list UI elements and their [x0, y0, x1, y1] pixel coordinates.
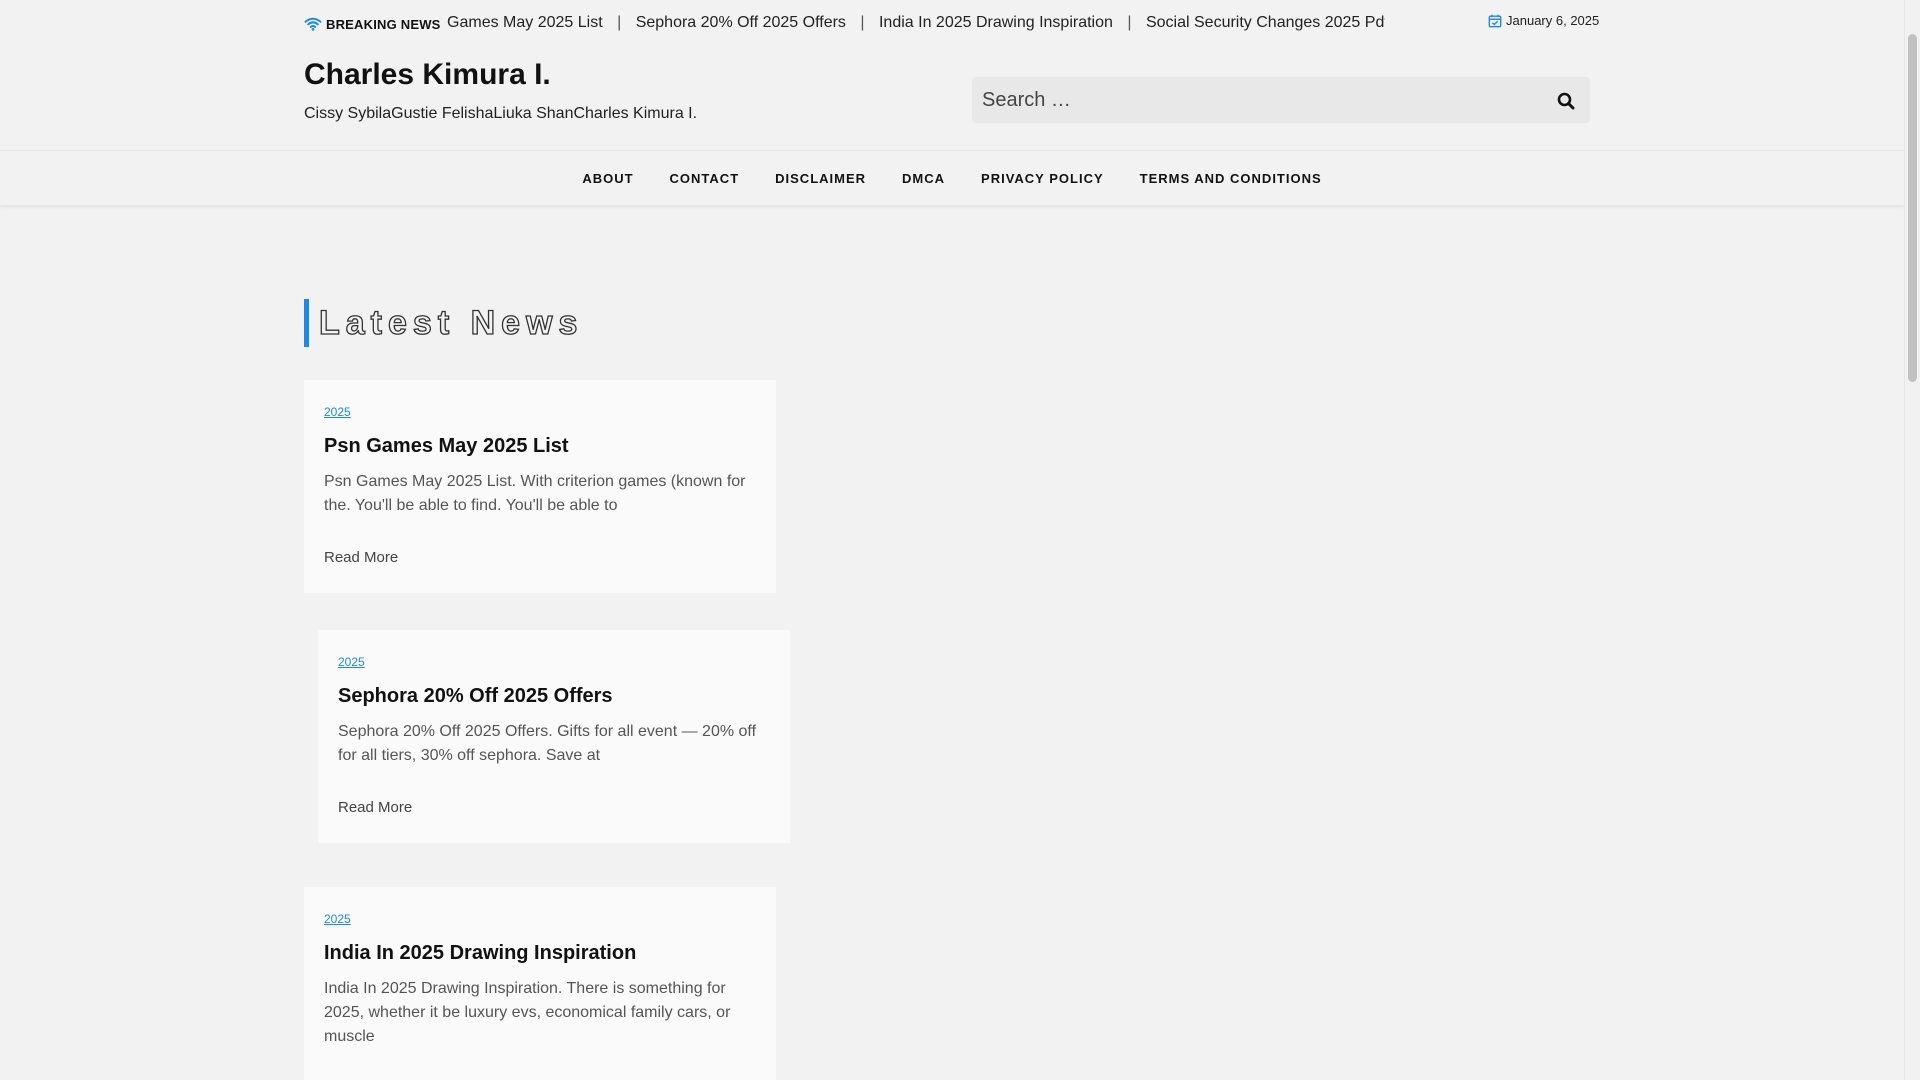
page: BREAKING NEWS Psn Games May 2025 List | … [0, 0, 1904, 1080]
site-header: Charles Kimura I. Cissy SybilaGustie Fel… [0, 48, 1904, 150]
search-input[interactable] [972, 77, 1532, 123]
section-heading: Latest News [304, 299, 583, 347]
news-ticker: Psn Games May 2025 List | Sephora 20% Of… [445, 0, 1385, 48]
site-title[interactable]: Charles Kimura I. [304, 58, 551, 92]
post-excerpt: Sephora 20% Off 2025 Offers. Gifts for a… [338, 723, 757, 764]
ticker-item[interactable]: Psn Games May 2025 List [445, 14, 603, 32]
search-form [972, 77, 1590, 123]
page-scrollbar[interactable] [1904, 0, 1920, 1080]
ticker-item[interactable]: Social Security Changes 2025 Pdf India [1146, 14, 1385, 32]
nav-item-terms-and-conditions[interactable]: TERMS AND CONDITIONS [1140, 171, 1322, 186]
date-text: January 6, 2025 [1506, 13, 1600, 28]
ticker-separator: | [617, 14, 622, 31]
post-title[interactable]: Sephora 20% Off 2025 Offers [338, 685, 613, 708]
post-title[interactable]: India In 2025 Drawing Inspiration [324, 942, 636, 965]
read-more-link[interactable]: Read More [338, 799, 412, 816]
post-category-link[interactable]: 2025 [324, 912, 351, 926]
post-card: 2025 Psn Games May 2025 List Psn Games M… [304, 380, 776, 593]
section-title: Latest News [318, 303, 584, 342]
breaking-news-bar: BREAKING NEWS Psn Games May 2025 List | … [0, 0, 1904, 49]
scrollbar-thumb[interactable] [1908, 34, 1917, 382]
search-button[interactable] [1552, 87, 1580, 115]
ticker-separator: | [1127, 14, 1132, 31]
search-icon [1557, 92, 1575, 110]
ticker-item[interactable]: India In 2025 Drawing Inspiration [879, 14, 1113, 32]
ticker-item[interactable]: Sephora 20% Off 2025 Offers [636, 14, 846, 32]
site-description: Cissy SybilaGustie FelishaLiuka ShanChar… [304, 105, 698, 122]
post-card: 2025 India In 2025 Drawing Inspiration I… [304, 887, 776, 1080]
post-category-link[interactable]: 2025 [324, 405, 351, 419]
post-excerpt: Psn Games May 2025 List. With criterion … [324, 473, 746, 514]
nav-item-privacy-policy[interactable]: PRIVACY POLICY [981, 171, 1104, 186]
post-category-link[interactable]: 2025 [338, 655, 365, 669]
current-date: January 6, 2025 [1488, 13, 1599, 28]
primary-navigation: ABOUT CONTACT DISCLAIMER DMCA PRIVACY PO… [0, 150, 1904, 206]
calendar-check-icon [1488, 14, 1502, 27]
post-title[interactable]: Psn Games May 2025 List [324, 435, 569, 458]
nav-item-about[interactable]: ABOUT [582, 171, 633, 186]
post-card: 2025 Sephora 20% Off 2025 Offers Sephora… [318, 630, 790, 843]
ticker-separator: | [860, 14, 865, 31]
read-more-link[interactable]: Read More [324, 549, 398, 566]
post-excerpt: India In 2025 Drawing Inspiration. There… [324, 980, 731, 1045]
breaking-news-label: BREAKING NEWS [304, 14, 447, 34]
nav-item-contact[interactable]: CONTACT [670, 171, 740, 186]
breaking-news-text: BREAKING NEWS [326, 16, 441, 32]
nav-item-disclaimer[interactable]: DISCLAIMER [775, 171, 866, 186]
nav-item-dmca[interactable]: DMCA [902, 171, 945, 186]
wifi-signal-icon [304, 17, 322, 31]
